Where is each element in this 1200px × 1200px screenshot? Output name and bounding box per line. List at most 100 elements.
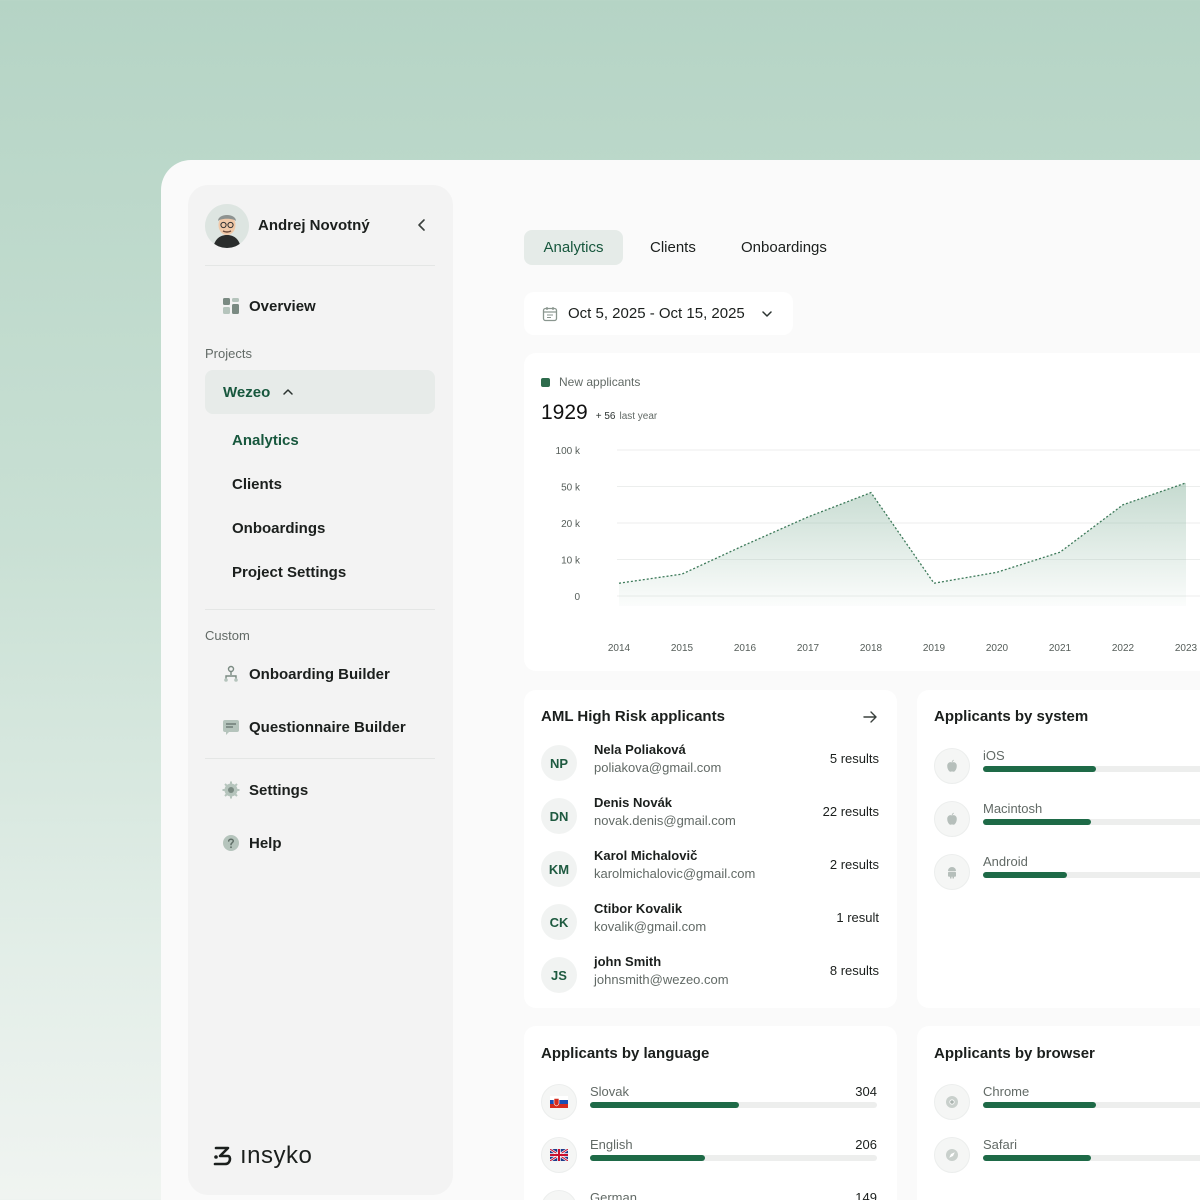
- gear-icon: [222, 781, 240, 799]
- browser-row: Safari: [934, 1137, 1200, 1177]
- system-row: iOS: [934, 748, 1200, 788]
- language-bar-track: [590, 1102, 877, 1108]
- android-icon: [934, 854, 970, 890]
- y-tick-label: 50 k: [561, 483, 581, 494]
- nav-project-settings[interactable]: Project Settings: [232, 564, 346, 581]
- flow-icon: [224, 665, 238, 682]
- insyko-logo-icon: [213, 1146, 232, 1166]
- system-card: [917, 690, 1200, 1008]
- browser-label: Chrome: [983, 1084, 1030, 1099]
- system-label: Macintosh: [983, 801, 1043, 816]
- applicant-results: 22 results: [822, 804, 879, 819]
- initials-avatar: DN: [541, 798, 577, 834]
- aml-row[interactable]: DN Denis Novák novak.denis@gmail.com 22 …: [541, 795, 879, 835]
- nav-help[interactable]: Help: [205, 823, 435, 863]
- applicant-name: Karol Michalovič: [594, 848, 698, 863]
- nav-analytics[interactable]: Analytics: [232, 432, 299, 449]
- applicant-results: 1 result: [836, 910, 879, 925]
- nav-onboarding-builder[interactable]: Onboarding Builder: [205, 654, 435, 694]
- nav-questionnaire-builder[interactable]: Questionnaire Builder: [205, 707, 435, 747]
- applicant-name: john Smith: [594, 954, 662, 969]
- language-row: German 149: [541, 1190, 877, 1200]
- x-tick-label: 2014: [608, 643, 631, 654]
- browser-bar-track: [983, 1102, 1200, 1108]
- brand-name: ınsyko: [240, 1142, 313, 1169]
- language-bar-track: [590, 1155, 877, 1161]
- browser-row: Chrome: [934, 1084, 1200, 1124]
- x-tick-label: 2023: [1175, 643, 1198, 654]
- chart-total: 1929 + 56 last year: [541, 401, 657, 425]
- area-fill: [619, 482, 1186, 606]
- system-bar-track: [983, 872, 1200, 878]
- initials-avatar: KM: [541, 851, 577, 887]
- system-bar-track: [983, 819, 1200, 825]
- language-bar: [590, 1155, 705, 1161]
- system-label: iOS: [983, 748, 1005, 763]
- nav-settings-label: Settings: [249, 781, 309, 799]
- apple-icon: [934, 748, 970, 784]
- safari-icon: [934, 1137, 970, 1173]
- section-projects: Projects: [205, 346, 252, 361]
- nav-settings[interactable]: Settings: [205, 770, 435, 810]
- tab-onboardings[interactable]: Onboardings: [741, 230, 827, 265]
- language-value: 149: [855, 1190, 877, 1200]
- apple-icon: [934, 801, 970, 837]
- flag-uk-icon: [541, 1137, 577, 1173]
- x-tick-label: 2015: [671, 643, 694, 654]
- browser-bar-track: [983, 1155, 1200, 1161]
- aml-row[interactable]: KM Karol Michalovič karolmichalovic@gmai…: [541, 848, 879, 888]
- x-tick-label: 2016: [734, 643, 757, 654]
- browser-title: Applicants by browser: [934, 1045, 1095, 1062]
- system-title: Applicants by system: [934, 708, 1089, 725]
- chevron-left-icon[interactable]: [413, 216, 431, 234]
- chrome-icon: [934, 1084, 970, 1120]
- chevron-up-icon: [283, 389, 293, 395]
- chart-legend: New applicants: [541, 375, 640, 389]
- applicant-email: poliakova@gmail.com: [594, 760, 722, 775]
- section-custom: Custom: [205, 628, 250, 643]
- y-tick-label: 10 k: [561, 556, 581, 567]
- tab-clients[interactable]: Clients: [650, 230, 696, 265]
- x-tick-label: 2018: [860, 643, 883, 654]
- aml-row[interactable]: CK Ctibor Kovalik kovalik@gmail.com 1 re…: [541, 901, 879, 941]
- profile-name: Andrej Novotný: [258, 217, 370, 234]
- y-tick-label: 100 k: [556, 446, 581, 457]
- x-tick-label: 2022: [1112, 643, 1135, 654]
- applicant-results: 5 results: [829, 751, 879, 766]
- language-row: English 206: [541, 1137, 877, 1177]
- system-bar: [983, 766, 1096, 772]
- legend-swatch: [541, 377, 550, 387]
- project-wezeo[interactable]: Wezeo: [205, 370, 435, 414]
- aml-row[interactable]: JS john Smith johnsmith@wezeo.com 8 resu…: [541, 954, 879, 994]
- project-name: Wezeo: [223, 383, 271, 401]
- system-bar-track: [983, 766, 1200, 772]
- date-range-picker[interactable]: Oct 5, 2025 - Oct 15, 2025: [524, 292, 793, 335]
- chat-list-icon: [223, 720, 239, 735]
- applicant-email: karolmichalovic@gmail.com: [594, 866, 756, 881]
- chevron-down-icon: [762, 310, 772, 317]
- nav-overview-label: Overview: [249, 297, 316, 315]
- profile[interactable]: Andrej Novotný: [205, 203, 435, 248]
- system-row: Android: [934, 854, 1200, 894]
- legend-label: New applicants: [559, 375, 641, 389]
- total-value: 1929: [541, 401, 588, 424]
- help-icon: [223, 835, 239, 851]
- divider: [205, 265, 435, 266]
- language-label: German: [590, 1190, 637, 1200]
- applicant-results: 8 results: [829, 963, 879, 978]
- nav-overview[interactable]: Overview: [205, 286, 435, 326]
- x-tick-label: 2020: [986, 643, 1009, 654]
- browser-bar: [983, 1102, 1096, 1108]
- arrow-right-icon[interactable]: [862, 709, 878, 725]
- applicant-email: johnsmith@wezeo.com: [594, 972, 729, 987]
- nav-clients[interactable]: Clients: [232, 476, 282, 493]
- nav-onboardings[interactable]: Onboardings: [232, 520, 325, 537]
- grid-icon: [223, 298, 239, 314]
- aml-row[interactable]: NP Nela Poliaková poliakova@gmail.com 5 …: [541, 742, 879, 782]
- tab-analytics[interactable]: Analytics: [524, 230, 623, 265]
- applicant-name: Denis Novák: [594, 795, 673, 810]
- language-label: Slovak: [590, 1084, 630, 1099]
- divider: [205, 609, 435, 610]
- applicant-name: Ctibor Kovalik: [594, 901, 683, 916]
- total-delta: + 56: [595, 411, 616, 422]
